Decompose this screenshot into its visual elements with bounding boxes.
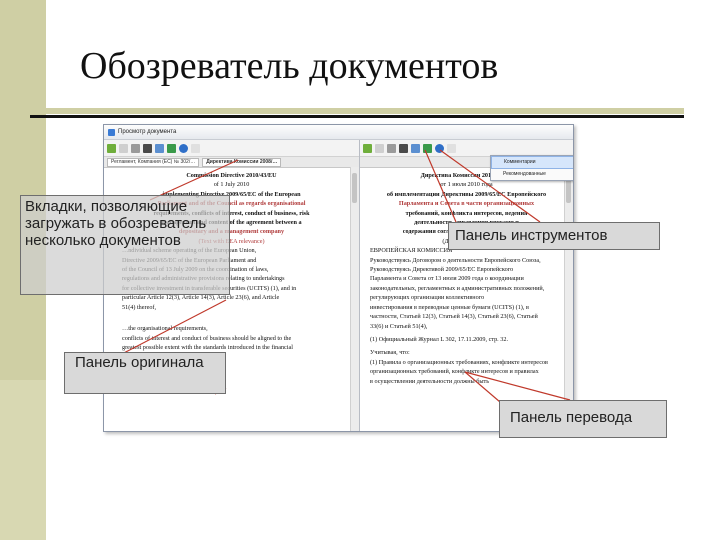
original-scrollbar[interactable] bbox=[350, 167, 359, 431]
doc-line: регулирующих организации коллективного bbox=[370, 294, 485, 302]
doc-line: Парламента и Совета в части организацион… bbox=[398, 200, 535, 208]
tab-document-1[interactable]: Регламент, Компания (ЕС) № 302/… bbox=[107, 157, 200, 167]
doc-line: (1) Официальный Журнал L 302, 17.11.2009… bbox=[370, 335, 509, 343]
doc-line: Руководствуясь Директивой 2009/65/ЕС Евр… bbox=[370, 266, 514, 274]
copy-icon[interactable] bbox=[131, 143, 140, 153]
print-icon[interactable] bbox=[399, 143, 408, 153]
translation-pane: Директива Комиссии 2010/43/EU от 1 июля … bbox=[360, 140, 573, 431]
doc-line: законодательных, регламентных и админист… bbox=[370, 284, 545, 292]
doc-line: Commission Directive 2010/43/EU bbox=[186, 172, 277, 179]
search-icon[interactable] bbox=[155, 143, 164, 153]
doc-line: требований, конфликта интересов, ведения bbox=[405, 209, 528, 217]
doc-line: (1) Правила о организационных требования… bbox=[370, 358, 548, 366]
doc-line: Парламента и Совета от 13 июля 2009 года… bbox=[370, 275, 524, 283]
title-rule bbox=[30, 115, 684, 118]
doc-line: от 1 июля 2010 года bbox=[440, 181, 493, 189]
search-icon[interactable] bbox=[411, 143, 420, 153]
menu-item-recommended[interactable]: Рекомендованные bbox=[491, 169, 573, 180]
doc-line: в осуществлении деятельности должны быть bbox=[370, 377, 490, 385]
add-document-icon[interactable] bbox=[107, 143, 116, 153]
app-icon bbox=[108, 128, 115, 136]
doc-line: 51(4) thereof, bbox=[122, 303, 157, 311]
doc-line: conflicts of interest and conduct of bus… bbox=[122, 334, 292, 342]
doc-line: Руководствуясь Договором о деятельности … bbox=[370, 256, 541, 264]
toolbar-dropdown-menu: Комментарии Рекомендованные bbox=[490, 155, 573, 181]
doc-line: …the organisational requirements, bbox=[122, 325, 208, 333]
sync-icon[interactable] bbox=[167, 143, 176, 153]
page-icon[interactable] bbox=[375, 143, 384, 153]
doc-line: of 1 July 2010 bbox=[213, 181, 250, 189]
doc-line: частности, Статьей 12(3), Статьей 14(3),… bbox=[370, 313, 538, 321]
settings-icon[interactable] bbox=[447, 143, 456, 153]
original-toolbar bbox=[104, 140, 359, 157]
doc-line: particular Article 12(3), Article 14(3),… bbox=[122, 294, 280, 302]
window-titlebar: Просмотр документа bbox=[104, 125, 573, 140]
copy-icon[interactable] bbox=[387, 143, 396, 153]
doc-line: инвестирования в переводные ценные бумаг… bbox=[370, 303, 529, 311]
callout-tabs: Вкладки, позволяющие загружать в обозрев… bbox=[20, 195, 230, 295]
window-title: Просмотр документа bbox=[118, 129, 177, 135]
translation-scrollbar[interactable] bbox=[564, 167, 573, 431]
callout-original-panel: Панель оригинала bbox=[64, 352, 226, 394]
callout-translation-panel: Панель перевода bbox=[499, 400, 667, 438]
slide-accent-bar-lower bbox=[0, 380, 46, 540]
slide-title: Обозреватель документов bbox=[80, 45, 499, 87]
add-document-icon[interactable] bbox=[363, 143, 372, 153]
callout-toolbar-panel: Панель инструментов bbox=[448, 222, 660, 250]
info-icon[interactable] bbox=[179, 143, 188, 153]
info-icon[interactable] bbox=[435, 143, 444, 153]
settings-icon[interactable] bbox=[191, 143, 200, 153]
doc-line: Учитывая, что: bbox=[370, 349, 410, 357]
doc-line: об имплементации Директивы 2009/65/EC Ев… bbox=[386, 190, 547, 198]
tab-document-2[interactable]: Директива Комиссии 2008/… bbox=[202, 157, 282, 167]
doc-line: greatest possible extent with the standa… bbox=[122, 343, 293, 351]
sync-icon[interactable] bbox=[423, 143, 432, 153]
doc-line: 33(6) и Статьей 51(4), bbox=[370, 322, 428, 330]
title-band bbox=[46, 108, 684, 114]
menu-item-comments[interactable]: Комментарии bbox=[491, 156, 573, 169]
document-tabs: Регламент, Компания (ЕС) № 302/… Директи… bbox=[104, 157, 359, 168]
scroll-thumb[interactable] bbox=[352, 173, 357, 203]
print-icon[interactable] bbox=[143, 143, 152, 153]
translation-document-text: Директива Комиссии 2010/43/EU от 1 июля … bbox=[360, 168, 573, 385]
page-icon[interactable] bbox=[119, 143, 128, 153]
doc-line: организационных требований, конфликте ин… bbox=[370, 368, 539, 376]
